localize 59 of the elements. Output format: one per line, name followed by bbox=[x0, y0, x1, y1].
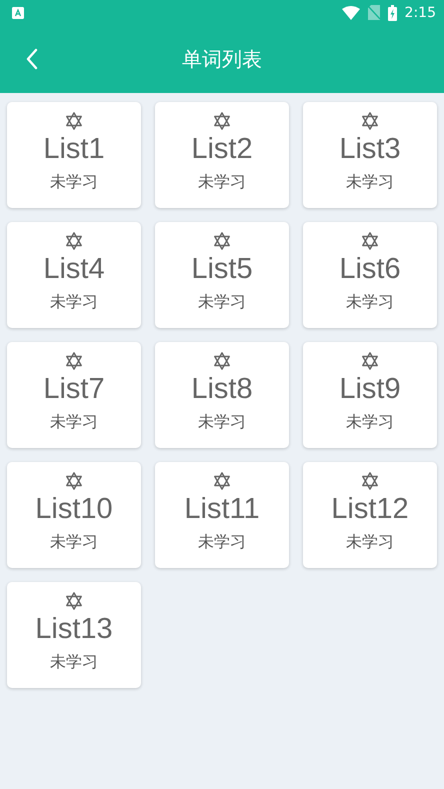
star-icon bbox=[65, 592, 83, 610]
list-status: 未学习 bbox=[198, 172, 246, 193]
list-status: 未学习 bbox=[346, 412, 394, 433]
star-icon bbox=[65, 112, 83, 130]
page-title: 单词列表 bbox=[181, 46, 263, 72]
list-card[interactable]: List3 未学习 bbox=[303, 102, 437, 208]
list-card[interactable]: List1 未学习 bbox=[7, 102, 141, 208]
star-icon bbox=[213, 232, 231, 250]
list-name: List4 bbox=[43, 252, 105, 286]
star-icon bbox=[65, 232, 83, 250]
list-card[interactable]: List6 未学习 bbox=[303, 222, 437, 328]
list-card[interactable]: List5 未学习 bbox=[155, 222, 289, 328]
list-status: 未学习 bbox=[198, 292, 246, 313]
list-status: 未学习 bbox=[346, 532, 394, 553]
list-name: List13 bbox=[35, 612, 113, 646]
list-status: 未学习 bbox=[50, 292, 98, 313]
star-icon bbox=[361, 112, 379, 130]
list-name: List10 bbox=[35, 492, 113, 526]
list-status: 未学习 bbox=[198, 412, 246, 433]
list-status: 未学习 bbox=[50, 652, 98, 673]
list-name: List2 bbox=[191, 132, 253, 166]
list-status: 未学习 bbox=[346, 292, 394, 313]
list-name: List11 bbox=[184, 492, 260, 526]
wifi-icon bbox=[342, 6, 360, 20]
list-card[interactable]: List12 未学习 bbox=[303, 462, 437, 568]
list-name: List5 bbox=[191, 252, 253, 286]
list-card[interactable]: List7 未学习 bbox=[7, 342, 141, 448]
star-icon bbox=[65, 352, 83, 370]
list-status: 未学习 bbox=[50, 172, 98, 193]
no-sim-icon bbox=[368, 5, 380, 20]
list-name: List8 bbox=[191, 372, 253, 406]
star-icon bbox=[361, 352, 379, 370]
list-card[interactable]: List2 未学习 bbox=[155, 102, 289, 208]
list-card[interactable]: List9 未学习 bbox=[303, 342, 437, 448]
star-icon bbox=[213, 472, 231, 490]
notification-icon bbox=[12, 6, 24, 18]
battery-icon bbox=[388, 4, 397, 20]
list-status: 未学习 bbox=[50, 412, 98, 433]
list-name: List6 bbox=[339, 252, 401, 286]
list-card[interactable]: List4 未学习 bbox=[7, 222, 141, 328]
list-status: 未学习 bbox=[198, 532, 246, 553]
list-name: List7 bbox=[43, 372, 105, 406]
list-name: List1 bbox=[43, 132, 105, 166]
list-status: 未学习 bbox=[50, 532, 98, 553]
list-name: List3 bbox=[339, 132, 401, 166]
status-time: 2:15 bbox=[404, 4, 436, 20]
star-icon bbox=[361, 232, 379, 250]
list-card[interactable]: List13 未学习 bbox=[7, 582, 141, 688]
star-icon bbox=[213, 352, 231, 370]
list-card[interactable]: List8 未学习 bbox=[155, 342, 289, 448]
back-icon[interactable] bbox=[26, 48, 38, 70]
list-card[interactable]: List11 未学习 bbox=[155, 462, 289, 568]
list-status: 未学习 bbox=[346, 172, 394, 193]
list-name: List12 bbox=[331, 492, 409, 526]
star-icon bbox=[213, 112, 231, 130]
list-name: List9 bbox=[339, 372, 401, 406]
list-card[interactable]: List10 未学习 bbox=[7, 462, 141, 568]
star-icon bbox=[361, 472, 379, 490]
star-icon bbox=[65, 472, 83, 490]
